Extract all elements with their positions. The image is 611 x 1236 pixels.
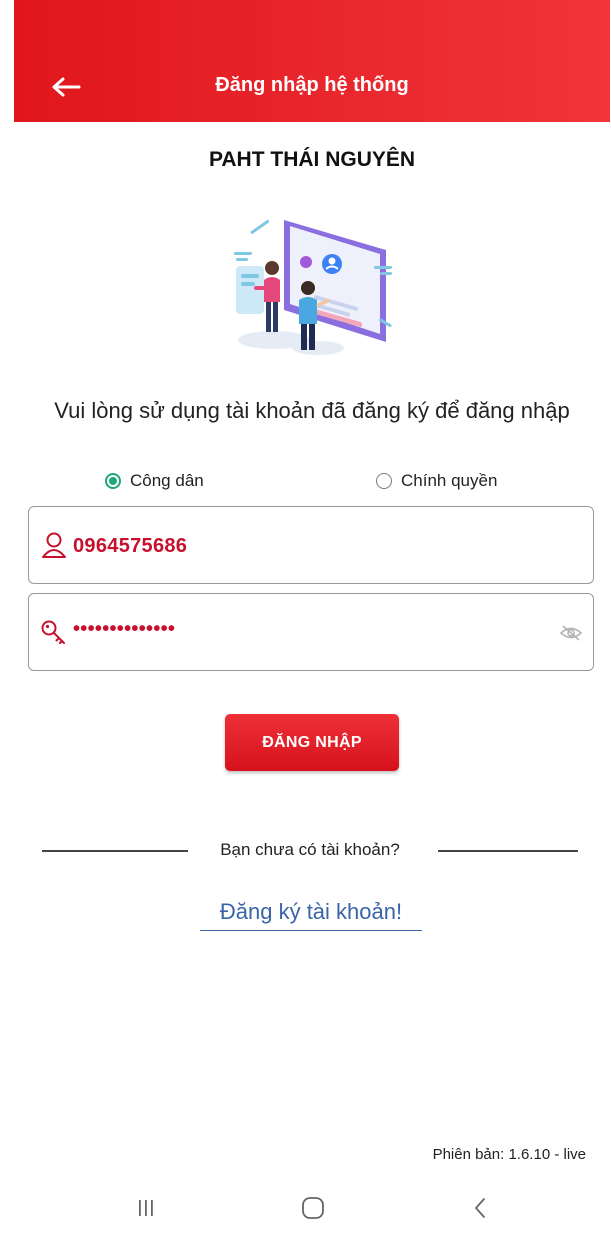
home-button[interactable] [293, 1188, 333, 1228]
password-field[interactable]: •••••••••••••• [28, 593, 594, 671]
home-icon [302, 1197, 324, 1219]
org-title: PAHT THÁI NGUYÊN [208, 148, 416, 171]
recent-apps-button[interactable] [126, 1188, 166, 1228]
eye-off-icon[interactable] [559, 624, 583, 642]
header-title: Đăng nhập hệ thống [215, 74, 409, 96]
login-screen: Đăng nhập hệ thống PAHT THÁI NGUYÊN Vui … [14, 0, 610, 1236]
radio-citizen-label: Công dân [130, 471, 204, 490]
login-instruction: Vui lòng sử dụng tài khoản đã đăng ký để… [54, 398, 570, 423]
back-icon [475, 1198, 485, 1218]
password-value: •••••••••••••• [73, 618, 176, 640]
system-back-button[interactable] [460, 1188, 500, 1228]
app-header: Đăng nhập hệ thống [14, 0, 610, 122]
login-illustration [234, 219, 392, 355]
user-icon [42, 532, 66, 558]
divider-left [42, 850, 188, 852]
version-label: Phiên bản: 1.6.10 - live [432, 1146, 586, 1163]
radio-government[interactable]: Chính quyền [376, 468, 497, 494]
register-link[interactable]: Đăng ký tài khoản! [200, 899, 422, 931]
radio-unchecked-icon [376, 473, 392, 489]
radio-checked-icon [105, 473, 121, 489]
divider-right [438, 850, 578, 852]
radio-government-label: Chính quyền [401, 471, 498, 490]
system-nav-bar [14, 1180, 610, 1236]
recent-apps-icon [139, 1200, 153, 1216]
username-field[interactable]: 0964575686 [28, 506, 594, 584]
key-icon [41, 620, 65, 644]
signup-prompt: Bạn chưa có tài khoản? [220, 840, 400, 859]
username-value: 0964575686 [73, 535, 188, 557]
radio-citizen[interactable]: Công dân [105, 468, 204, 494]
login-button[interactable]: ĐĂNG NHẬP [225, 714, 399, 771]
